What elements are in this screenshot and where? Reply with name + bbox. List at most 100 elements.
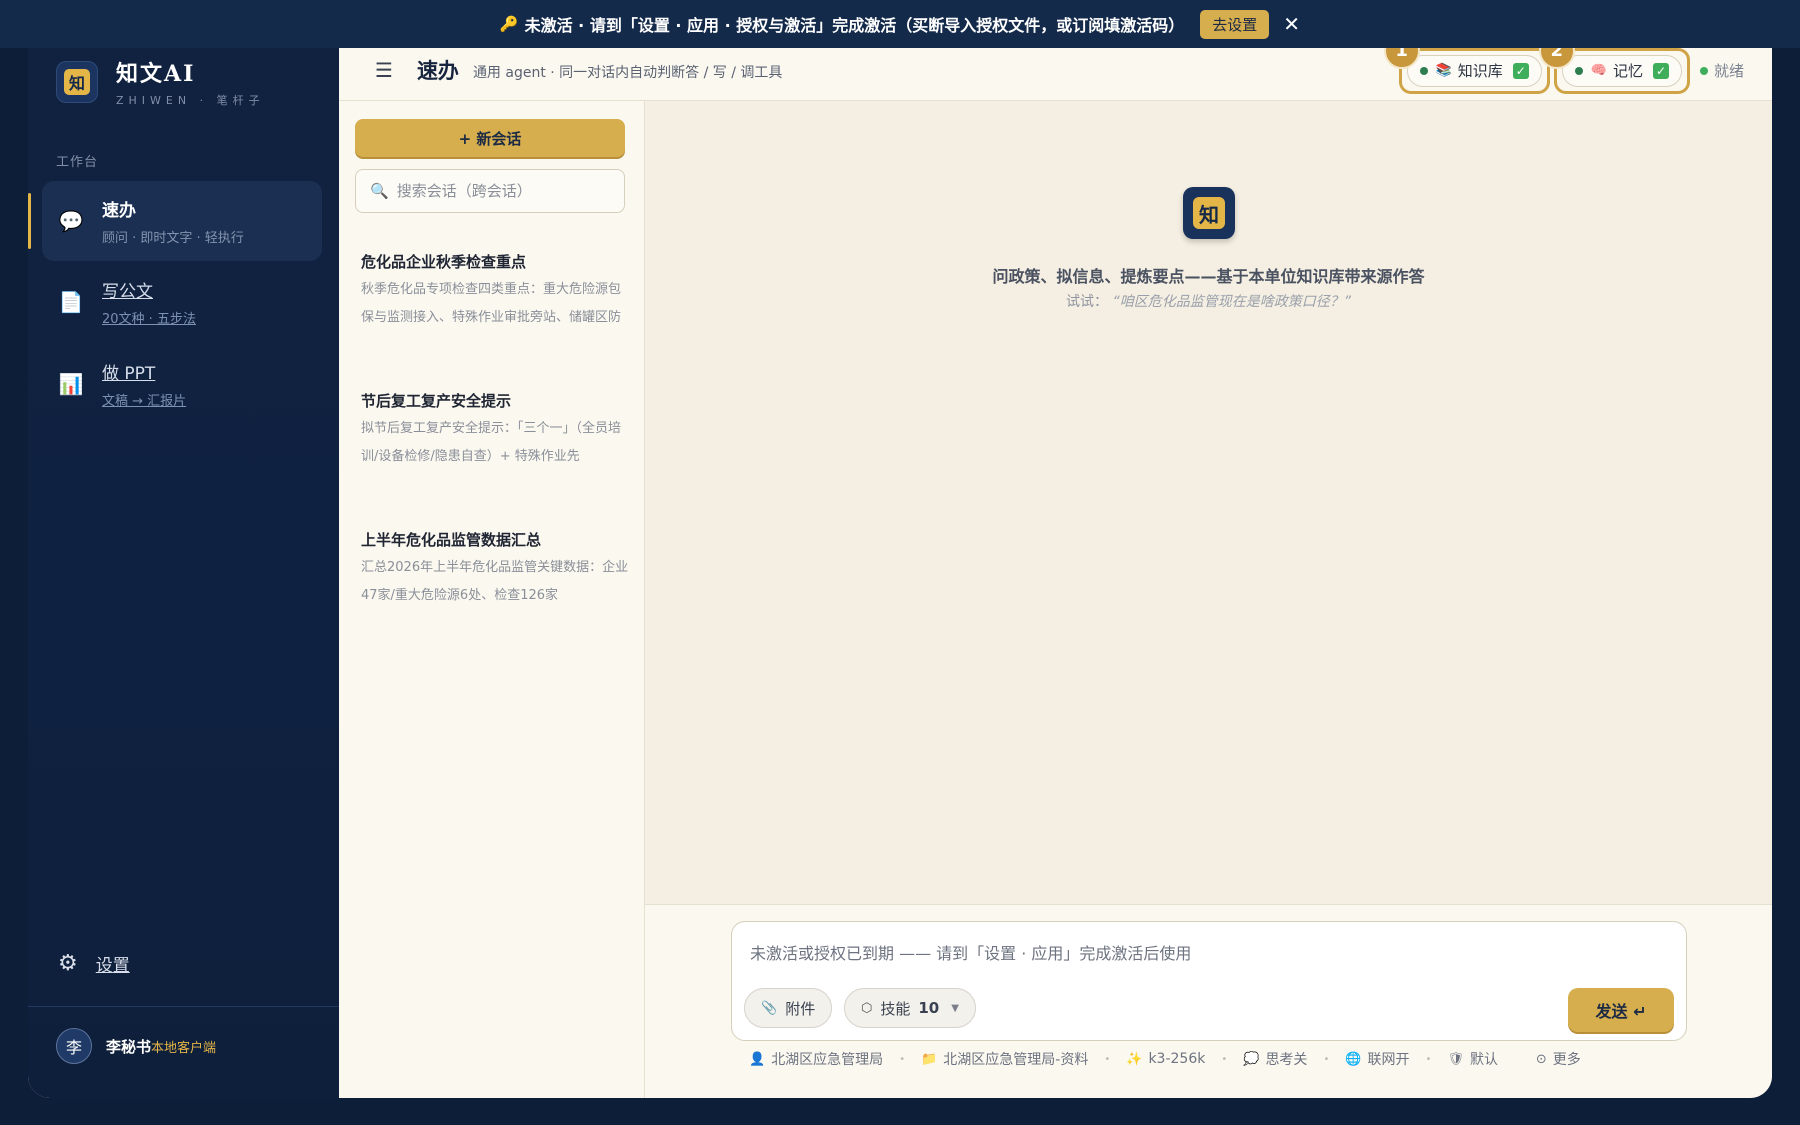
avatar: 李: [56, 1028, 92, 1064]
list-item[interactable]: 危化品企业秋季检查重点 秋季危化品专项检查四类重点：重大危险源包保与监测接入、特…: [361, 251, 631, 332]
checkbox-checked-icon[interactable]: ✓: [1512, 62, 1529, 79]
attach-label: 附件: [785, 999, 816, 1018]
context-status-bar: 👤 北湖区应急管理局 • 📁 北湖区应急管理局-资料 • ✨ k3-256k •…: [749, 1049, 1581, 1069]
separator: •: [899, 1053, 906, 1065]
sidebar-item-subtitle: 顾问 · 即时文字 · 轻执行: [102, 231, 244, 246]
separator: •: [1221, 1053, 1228, 1065]
hamburger-menu-icon[interactable]: ☰: [375, 58, 393, 82]
page-title: 速办: [416, 58, 459, 83]
brand-subtitle: ZHIWEN · 笔杆子: [116, 94, 265, 107]
model-label: k3-256k: [1148, 1051, 1206, 1067]
key-icon: 🔑: [499, 15, 519, 33]
shield-icon: 🛡: [1447, 1051, 1464, 1067]
sidebar-item-subtitle: 文稿 → 汇报片: [102, 394, 187, 409]
list-item[interactable]: 节后复工复产安全提示 拟节后复工复产安全提示：「三个一」（全员培训/设备检修/隐…: [361, 390, 631, 471]
new-conversation-button[interactable]: + 新会话: [355, 119, 625, 157]
skills-count: 10: [918, 999, 940, 1017]
chevron-down-icon: ▼: [951, 1002, 959, 1014]
more-label: 更多: [1552, 1052, 1581, 1068]
gear-icon: ⚙: [58, 951, 78, 976]
knowledge-base-toggle[interactable]: 📚 知识库 ✓: [1406, 54, 1542, 87]
conversation-list-panel: + 新会话 🔍 危化品企业秋季检查重点 秋季危化品专项检查四类重点：重大危险源包…: [339, 101, 645, 1098]
knowledge-base-highlight: 1 📚 知识库 ✓: [1383, 40, 1550, 94]
web-search-toggle[interactable]: 🌐 联网开: [1345, 1049, 1409, 1069]
ready-label: 就绪: [1713, 62, 1744, 80]
paperclip-icon: 📎: [761, 1000, 778, 1016]
send-button[interactable]: 发送 ↵: [1568, 988, 1674, 1032]
permission-selector[interactable]: 🛡 默认: [1447, 1049, 1498, 1069]
more-button[interactable]: ⊙ 更多: [1536, 1049, 1581, 1069]
document-icon: 📄: [58, 290, 84, 314]
topbar: ☰ 速办 通用 agent · 同一对话内自动判断答 / 写 / 调工具 1 📚…: [339, 40, 1772, 101]
example-question: “咱区危化品监管现在是啥政策口径？”: [1112, 294, 1351, 310]
folder-label: 北湖区应急管理局-资料: [943, 1052, 1089, 1068]
active-indicator: [28, 193, 31, 249]
sidebar-item-title: 做 PPT: [102, 364, 156, 384]
sidebar-item-title: 速办: [102, 201, 136, 221]
main-panel: ☰ 速办 通用 agent · 同一对话内自动判断答 / 写 / 调工具 1 📚…: [339, 40, 1772, 1098]
search-input[interactable]: [396, 182, 617, 200]
knowledge-base-label: 知识库: [1457, 62, 1503, 80]
skills-label: 技能: [880, 999, 911, 1018]
thinking-toggle[interactable]: 💭 思考关: [1243, 1049, 1307, 1069]
separator: •: [1425, 1053, 1432, 1065]
settings-label: 设置: [95, 956, 130, 976]
close-icon[interactable]: ✕: [1283, 12, 1300, 36]
thought-icon: 💭: [1243, 1051, 1260, 1067]
memory-toggle[interactable]: 🧠 记忆 ✓: [1561, 54, 1682, 87]
sidebar-item-title: 写公文: [102, 282, 153, 302]
ready-dot: [1699, 66, 1708, 75]
more-icon: ⊙: [1535, 1051, 1547, 1067]
web-label: 联网开: [1367, 1052, 1410, 1068]
knowledge-folder-selector[interactable]: 📁 北湖区应急管理局-资料: [921, 1049, 1088, 1069]
separator: •: [1104, 1053, 1111, 1065]
separator: •: [1323, 1053, 1330, 1065]
welcome-headline: 问政策、拟信息、提炼要点——基于本单位知识库带来源作答: [992, 267, 1425, 286]
checkbox-checked-icon[interactable]: ✓: [1652, 62, 1669, 79]
sidebar-item-subtitle: 20文种 · 五步法: [102, 312, 196, 327]
try-label: 试试：: [1066, 294, 1109, 310]
sparkle-icon: ✨: [1126, 1051, 1143, 1067]
conversation-title: 危化品企业秋季检查重点: [361, 253, 527, 271]
person-icon: 👤: [749, 1051, 766, 1067]
list-item[interactable]: 上半年危化品监管数据汇总 汇总2026年上半年危化品监管关键数据：企业47家/重…: [361, 529, 631, 610]
settings-button[interactable]: ⚙ 设置: [58, 951, 130, 976]
globe-icon: 🌐: [1345, 1051, 1362, 1067]
search-icon: 🔍: [370, 182, 389, 200]
search-box[interactable]: 🔍: [355, 169, 625, 213]
model-selector[interactable]: ✨ k3-256k: [1126, 1051, 1205, 1067]
message-composer[interactable]: 未激活或授权已到期 —— 请到「设置 · 应用」完成激活后使用 📎 附件 ⬡ 技…: [731, 921, 1687, 1041]
user-profile[interactable]: 李 李秘书 本地客户端: [56, 1028, 216, 1064]
app-window: 知 知文AI ZHIWEN · 笔杆子 工作台 💬 速办 顾问 · 即时文字 ·…: [28, 40, 1772, 1098]
status-badge: 就绪: [1699, 60, 1744, 81]
permission-label: 默认: [1469, 1052, 1498, 1068]
sidebar-item-make-ppt[interactable]: 📊 做 PPT 文稿 → 汇报片: [42, 344, 322, 424]
attach-button[interactable]: 📎 附件: [744, 988, 833, 1028]
memory-label: 记忆: [1612, 62, 1643, 80]
sidebar-item-suban[interactable]: 💬 速办 顾问 · 即时文字 · 轻执行: [28, 181, 322, 261]
sidebar-item-write-document[interactable]: 📄 写公文 20文种 · 五步法: [42, 262, 322, 342]
skills-dropdown[interactable]: ⬡ 技能 10 ▼: [844, 988, 976, 1028]
user-name: 李秘书: [106, 1037, 152, 1056]
logo-glyph: 知: [1193, 197, 1225, 229]
go-settings-button[interactable]: 去设置: [1200, 9, 1270, 39]
client-tag: 本地客户端: [151, 1040, 217, 1056]
conversation-snippet: 汇总2026年上半年危化品监管关键数据：企业47家/重大危险源6处、检查126家: [361, 560, 629, 603]
org-label: 北湖区应急管理局: [771, 1052, 884, 1068]
thinking-label: 思考关: [1265, 1052, 1308, 1068]
separator: •: [1514, 1054, 1520, 1065]
hexagon-icon: ⬡: [861, 1000, 873, 1016]
message-input[interactable]: 未激活或授权已到期 —— 请到「设置 · 应用」完成激活后使用: [750, 940, 1191, 964]
speech-bubble-icon: 💬: [58, 209, 84, 233]
composer-area: 未激活或授权已到期 —— 请到「设置 · 应用」完成激活后使用 📎 附件 ⬡ 技…: [645, 904, 1772, 1098]
org-selector[interactable]: 👤 北湖区应急管理局: [749, 1049, 883, 1069]
activation-message: 未激活 · 请到「设置 · 应用 · 授权与激活」完成激活（买断导入授权文件，或…: [524, 16, 1185, 35]
conversation-snippet: 拟节后复工复产安全提示：「三个一」（全员培训/设备检修/隐患自查）+ 特殊作业先: [361, 421, 622, 464]
example-prompt[interactable]: 试试： “咱区危化品监管现在是啥政策口径？”: [645, 291, 1772, 311]
books-icon: 📚: [1435, 63, 1452, 78]
brain-icon: 🧠: [1590, 63, 1607, 78]
logo-glyph: 知: [64, 69, 90, 95]
sidebar: 知 知文AI ZHIWEN · 笔杆子 工作台 💬 速办 顾问 · 即时文字 ·…: [28, 40, 339, 1098]
conversation-snippet: 秋季危化品专项检查四类重点：重大危险源包保与监测接入、特殊作业审批旁站、储罐区防: [361, 282, 622, 325]
brand-name: 知文AI: [116, 61, 196, 87]
